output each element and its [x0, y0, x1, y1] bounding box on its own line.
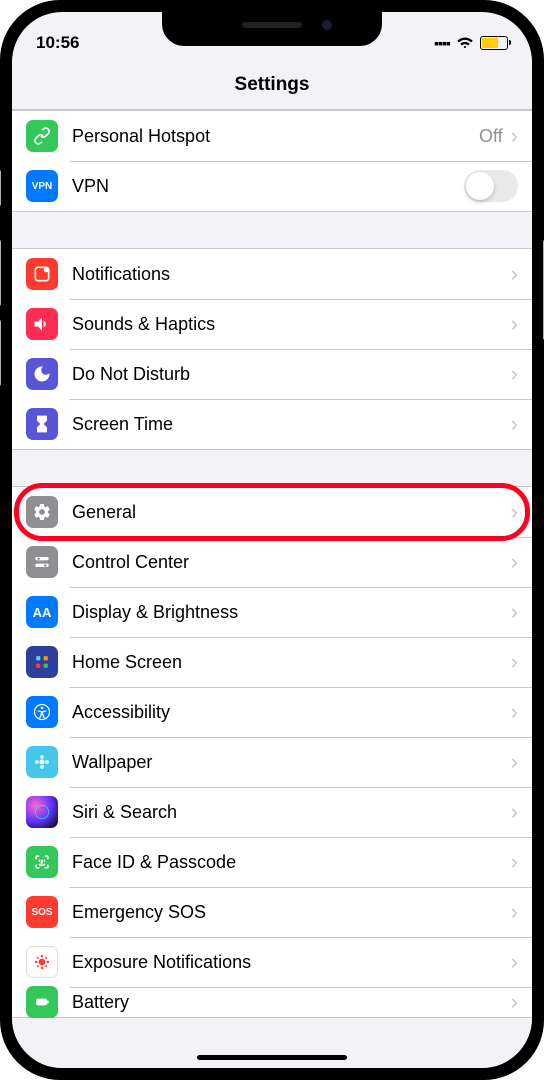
row-control-center[interactable]: Control Center › [12, 537, 532, 587]
chevron-right-icon: › [511, 989, 518, 1015]
row-label: Display & Brightness [72, 602, 511, 623]
row-label: Emergency SOS [72, 902, 511, 923]
moon-icon [26, 358, 58, 390]
faceid-icon [26, 846, 58, 878]
row-screen-time[interactable]: Screen Time › [12, 399, 532, 449]
chevron-right-icon: › [511, 361, 518, 387]
row-general[interactable]: General › [12, 487, 532, 537]
row-label: Control Center [72, 552, 511, 573]
row-exposure[interactable]: Exposure Notifications › [12, 937, 532, 987]
row-label: VPN [72, 176, 464, 197]
row-notifications[interactable]: Notifications › [12, 249, 532, 299]
speaker-icon [26, 308, 58, 340]
notch [162, 12, 382, 46]
row-detail: Off [479, 126, 503, 147]
page-title: Settings [235, 74, 310, 96]
row-label: Sounds & Haptics [72, 314, 511, 335]
row-wallpaper[interactable]: Wallpaper › [12, 737, 532, 787]
row-label: Screen Time [72, 414, 511, 435]
row-faceid[interactable]: Face ID & Passcode › [12, 837, 532, 887]
chevron-right-icon: › [511, 599, 518, 625]
apps-grid-icon [26, 646, 58, 678]
row-sos[interactable]: SOS Emergency SOS › [12, 887, 532, 937]
vpn-toggle[interactable] [464, 170, 518, 202]
row-display[interactable]: AA Display & Brightness › [12, 587, 532, 637]
chevron-right-icon: › [511, 949, 518, 975]
row-battery[interactable]: Battery › [12, 987, 532, 1017]
link-icon [26, 120, 58, 152]
row-label: Siri & Search [72, 802, 511, 823]
chevron-right-icon: › [511, 799, 518, 825]
sos-icon: SOS [26, 896, 58, 928]
row-personal-hotspot[interactable]: Personal Hotspot Off › [12, 111, 532, 161]
row-siri[interactable]: Siri & Search › [12, 787, 532, 837]
vpn-icon: VPN [26, 170, 58, 202]
notifications-icon [26, 258, 58, 290]
wifi-icon [455, 31, 475, 55]
home-indicator[interactable] [197, 1055, 347, 1060]
row-label: Personal Hotspot [72, 126, 479, 147]
chevron-right-icon: › [511, 261, 518, 287]
battery-icon [26, 986, 58, 1018]
row-label: Battery [72, 992, 511, 1013]
chevron-right-icon: › [511, 849, 518, 875]
row-label: Do Not Disturb [72, 364, 511, 385]
accessibility-icon [26, 696, 58, 728]
chevron-right-icon: › [511, 899, 518, 925]
chevron-right-icon: › [511, 123, 518, 149]
row-label: Accessibility [72, 702, 511, 723]
settings-list[interactable]: Personal Hotspot Off › VPN VPN Notificat… [12, 110, 532, 1068]
gear-icon [26, 496, 58, 528]
row-sounds[interactable]: Sounds & Haptics › [12, 299, 532, 349]
row-label: Home Screen [72, 652, 511, 673]
row-label: Exposure Notifications [72, 952, 511, 973]
flower-icon [26, 746, 58, 778]
chevron-right-icon: › [511, 549, 518, 575]
battery-icon: ⚡ [480, 36, 508, 50]
chevron-right-icon: › [511, 499, 518, 525]
switches-icon [26, 546, 58, 578]
chevron-right-icon: › [511, 411, 518, 437]
chevron-right-icon: › [511, 311, 518, 337]
row-label: Wallpaper [72, 752, 511, 773]
cellular-icon: ▪▪▪▪ [434, 35, 450, 51]
row-label: Face ID & Passcode [72, 852, 511, 873]
chevron-right-icon: › [511, 749, 518, 775]
row-dnd[interactable]: Do Not Disturb › [12, 349, 532, 399]
exposure-icon [26, 946, 58, 978]
row-accessibility[interactable]: Accessibility › [12, 687, 532, 737]
row-label: Notifications [72, 264, 511, 285]
chevron-right-icon: › [511, 649, 518, 675]
row-label: General [72, 502, 511, 523]
row-home-screen[interactable]: Home Screen › [12, 637, 532, 687]
status-time: 10:56 [36, 33, 79, 53]
siri-icon [26, 796, 58, 828]
chevron-right-icon: › [511, 699, 518, 725]
hourglass-icon [26, 408, 58, 440]
row-vpn[interactable]: VPN VPN [12, 161, 532, 211]
navigation-header: Settings [12, 60, 532, 110]
text-size-icon: AA [26, 596, 58, 628]
